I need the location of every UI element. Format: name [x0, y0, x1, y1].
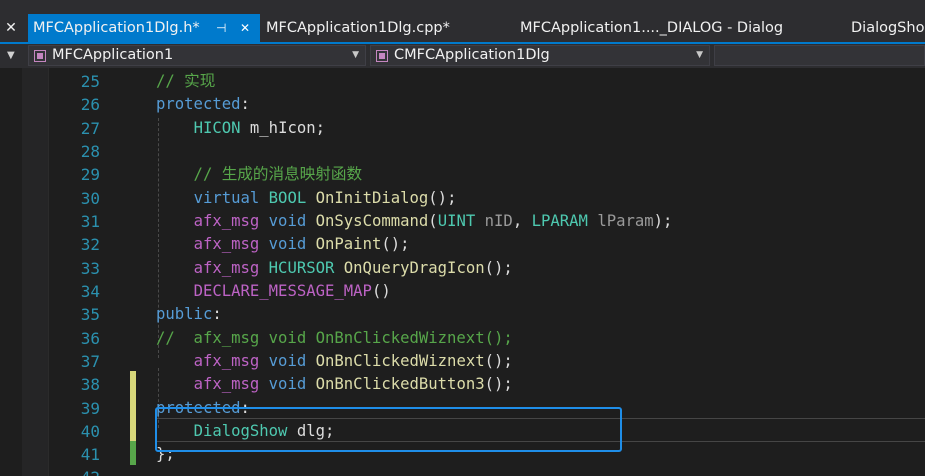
tab-dialog-resource[interactable]: MFCApplication1...._DIALOG - Dialog [520, 14, 830, 42]
line-number: 37 [80, 352, 100, 371]
annotation-highlight-box [155, 407, 622, 452]
left-panel-strip[interactable]: ▼ [0, 44, 22, 68]
tab-dialogshow[interactable]: DialogShow [851, 14, 925, 42]
tab-mfcapplication1dlg-h[interactable]: MFCApplication1Dlg.h* ⊣ ✕ [28, 14, 260, 42]
code-line-28: 28 [0, 140, 925, 163]
member-dropdown[interactable] [714, 45, 925, 66]
line-number: 33 [80, 259, 100, 278]
project-dropdown[interactable]: MFCApplication1 ▼ [28, 45, 366, 66]
tab-label: MFCApplication1Dlg.cpp* [266, 20, 450, 36]
code-line-42: 42 [0, 466, 925, 476]
line-code: afx_msg void OnPaint(); [193, 235, 410, 253]
class-icon [376, 50, 388, 62]
code-line-25: 25 // 实现 [0, 70, 925, 93]
line-number: 36 [80, 329, 100, 348]
line-code: protected: [156, 95, 250, 113]
class-dropdown[interactable]: CMFCApplication1Dlg ▼ [370, 45, 710, 66]
project-icon [34, 50, 46, 62]
tab-mfcapplication1dlg-cpp[interactable]: MFCApplication1Dlg.cpp* [266, 14, 506, 42]
code-line-35: 35 public: [0, 303, 925, 326]
line-number: 26 [80, 95, 100, 114]
panel-close-icon[interactable]: ✕ [0, 14, 22, 42]
line-number: 31 [80, 212, 100, 231]
line-number: 38 [80, 375, 100, 394]
line-number: 28 [80, 142, 100, 161]
line-code: HICON m_hIcon; [193, 119, 326, 137]
code-line-38: 38 afx_msg void OnBnClickedButton3(); [0, 373, 925, 396]
chevron-down-icon: ▼ [352, 50, 359, 60]
line-number: 30 [80, 189, 100, 208]
line-number: 39 [80, 399, 100, 418]
line-number: 25 [80, 72, 100, 91]
line-number: 32 [80, 235, 100, 254]
line-code: // afx_msg void OnBnClickedWiznext(); [156, 329, 513, 347]
code-line-33: 33 afx_msg HCURSOR OnQueryDragIcon(); [0, 257, 925, 280]
code-line-37: 37 afx_msg void OnBnClickedWiznext(); [0, 350, 925, 373]
line-code: afx_msg void OnBnClickedButton3(); [193, 375, 513, 393]
line-code: afx_msg HCURSOR OnQueryDragIcon(); [193, 259, 513, 277]
code-editor[interactable]: 25 // 实现 26 protected: 27 HICON m_hIcon;… [0, 68, 925, 476]
line-number: 41 [80, 445, 100, 464]
line-code: public: [156, 305, 222, 323]
code-line-30: 30 virtual BOOL OnInitDialog(); [0, 187, 925, 210]
line-code: // 生成的消息映射函数 [156, 165, 363, 183]
dropdown-arrow-icon: ▼ [7, 50, 15, 61]
project-name: MFCApplication1 [52, 47, 174, 63]
chevron-down-icon: ▼ [696, 50, 703, 60]
tab-label: MFCApplication1Dlg.h* [33, 20, 200, 36]
line-code: virtual BOOL OnInitDialog(); [193, 189, 457, 207]
title-strip [0, 0, 925, 14]
line-number: 27 [80, 119, 100, 138]
line-number: 34 [80, 282, 100, 301]
code-line-34: 34 DECLARE_MESSAGE_MAP() [0, 280, 925, 303]
tab-label: DialogShow [851, 20, 925, 36]
line-code: afx_msg void OnSysCommand(UINT nID, LPAR… [193, 212, 673, 230]
line-number: 42 [60, 466, 100, 476]
tab-label: MFCApplication1...._DIALOG - Dialog [520, 20, 784, 36]
line-number: 35 [80, 305, 100, 324]
code-line-36: 36 // afx_msg void OnBnClickedWiznext(); [0, 327, 925, 350]
line-code: afx_msg void OnBnClickedWiznext(); [193, 352, 513, 370]
line-code: // 实现 [156, 72, 216, 90]
line-number: 29 [80, 165, 100, 184]
code-line-31: 31 afx_msg void OnSysCommand(UINT nID, L… [0, 210, 925, 233]
line-number: 40 [80, 422, 100, 441]
code-line-32: 32 afx_msg void OnPaint(); [0, 233, 925, 256]
class-name: CMFCApplication1Dlg [394, 47, 550, 63]
close-tab-icon[interactable]: ✕ [240, 14, 250, 42]
code-line-27: 27 HICON m_hIcon; [0, 117, 925, 140]
code-line-29: 29 // 生成的消息映射函数 [0, 163, 925, 186]
pin-icon[interactable]: ⊣ [216, 14, 226, 42]
code-line-26: 26 protected: [0, 93, 925, 116]
line-code: DECLARE_MESSAGE_MAP() [193, 282, 391, 300]
